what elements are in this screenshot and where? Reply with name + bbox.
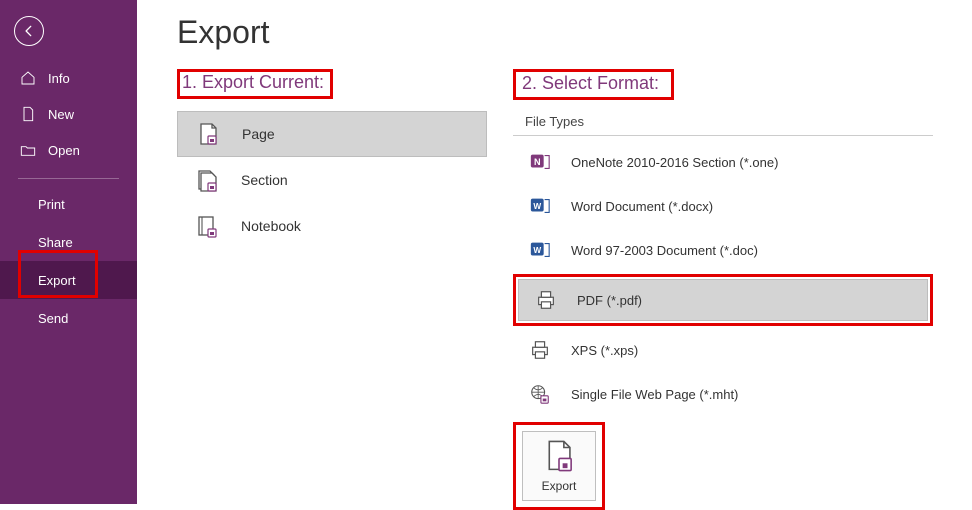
word97-icon: W xyxy=(529,239,551,261)
sidebar-label: Print xyxy=(38,197,65,212)
section-icon xyxy=(195,168,219,192)
svg-text:W: W xyxy=(533,246,541,255)
sidebar-item-export[interactable]: Export xyxy=(0,261,137,299)
printer-icon xyxy=(535,289,557,311)
sidebar-separator xyxy=(18,178,119,179)
annotation-export-button: Export xyxy=(513,422,605,510)
file-types-label: File Types xyxy=(513,108,933,136)
folder-open-icon xyxy=(20,142,36,158)
format-label: PDF (*.pdf) xyxy=(577,293,642,308)
format-xps[interactable]: XPS (*.xps) xyxy=(513,328,933,372)
format-label: OneNote 2010-2016 Section (*.one) xyxy=(571,155,778,170)
select-format-panel: 2. Select Format: File Types N OneNote 2… xyxy=(513,69,933,510)
option-page[interactable]: Page xyxy=(177,111,487,157)
svg-text:N: N xyxy=(534,157,541,167)
document-icon xyxy=(20,106,36,122)
format-label: Word 97-2003 Document (*.doc) xyxy=(571,243,758,258)
word-icon: W xyxy=(529,195,551,217)
sidebar-label: Info xyxy=(48,71,70,86)
format-list: N OneNote 2010-2016 Section (*.one) W Wo… xyxy=(513,140,933,416)
sidebar-item-print[interactable]: Print xyxy=(0,185,137,223)
webpage-icon xyxy=(529,383,551,405)
format-label: Single File Web Page (*.mht) xyxy=(571,387,738,402)
annotation-step2-header: 2. Select Format: xyxy=(513,69,674,100)
format-mht[interactable]: Single File Web Page (*.mht) xyxy=(513,372,933,416)
sidebar-item-send[interactable]: Send xyxy=(0,299,137,337)
sidebar-label: Open xyxy=(48,143,80,158)
format-doc[interactable]: W Word 97-2003 Document (*.doc) xyxy=(513,228,933,272)
export-current-list: Page Section xyxy=(177,111,487,249)
back-button[interactable] xyxy=(14,16,44,46)
export-file-icon xyxy=(544,439,574,473)
sidebar-label: New xyxy=(48,107,74,122)
sidebar: Info New Open Print Share Export Send xyxy=(0,0,137,504)
sidebar-item-share[interactable]: Share xyxy=(0,223,137,261)
sidebar-label: Send xyxy=(38,311,68,326)
option-label: Page xyxy=(242,126,275,142)
annotation-pdf: PDF (*.pdf) xyxy=(513,274,933,326)
format-docx[interactable]: W Word Document (*.docx) xyxy=(513,184,933,228)
sidebar-item-open[interactable]: Open xyxy=(0,132,137,168)
format-onenote[interactable]: N OneNote 2010-2016 Section (*.one) xyxy=(513,140,933,184)
export-current-panel: 1. Export Current: Page xyxy=(177,69,487,510)
printer-icon xyxy=(529,339,551,361)
notebook-icon xyxy=(195,214,219,238)
option-label: Section xyxy=(241,172,288,188)
export-button[interactable]: Export xyxy=(522,431,596,501)
sidebar-label: Share xyxy=(38,235,73,250)
sidebar-item-info[interactable]: Info xyxy=(0,60,137,96)
sidebar-item-new[interactable]: New xyxy=(0,96,137,132)
page-title: Export xyxy=(177,14,948,51)
annotation-step1-header: 1. Export Current: xyxy=(177,69,333,99)
format-pdf[interactable]: PDF (*.pdf) xyxy=(518,279,928,321)
sidebar-label: Export xyxy=(38,273,76,288)
onenote-icon: N xyxy=(529,151,551,173)
format-label: XPS (*.xps) xyxy=(571,343,638,358)
arrow-left-icon xyxy=(22,24,36,38)
option-label: Notebook xyxy=(241,218,301,234)
export-button-label: Export xyxy=(542,479,577,493)
format-label: Word Document (*.docx) xyxy=(571,199,713,214)
option-notebook[interactable]: Notebook xyxy=(177,203,487,249)
svg-text:W: W xyxy=(533,202,541,211)
step1-header: 1. Export Current: xyxy=(182,72,324,93)
step2-header: 2. Select Format: xyxy=(522,73,659,94)
option-section[interactable]: Section xyxy=(177,157,487,203)
main-panel: Export 1. Export Current: xyxy=(137,0,972,504)
app-root: Info New Open Print Share Export Send Ex… xyxy=(0,0,972,504)
home-icon xyxy=(20,70,36,86)
page-icon xyxy=(196,122,220,146)
